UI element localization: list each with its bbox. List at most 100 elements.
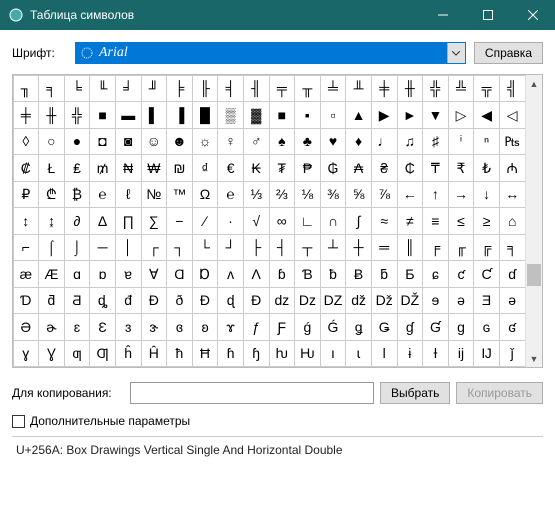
char-cell[interactable]: ₡ [13, 154, 39, 182]
advanced-checkbox[interactable] [12, 415, 25, 428]
char-cell[interactable]: ╘ [64, 75, 91, 102]
char-cell[interactable]: ├ [243, 234, 270, 262]
char-cell[interactable]: ⅛ [294, 181, 321, 209]
char-cell[interactable]: ₵ [397, 154, 424, 182]
char-cell[interactable]: ♀ [217, 128, 244, 156]
char-cell[interactable]: ĳ [448, 340, 475, 368]
char-cell[interactable]: ɢ [473, 313, 500, 341]
char-cell[interactable]: ♦ [345, 128, 372, 156]
char-cell[interactable]: Ð [192, 287, 219, 315]
close-button[interactable] [510, 0, 555, 30]
char-cell[interactable]: ╔ [473, 234, 500, 262]
char-cell[interactable]: ɚ [38, 313, 65, 341]
char-cell[interactable]: ₪ [166, 154, 193, 182]
char-cell[interactable]: ■ [269, 101, 296, 129]
char-cell[interactable]: ◀ [473, 101, 500, 129]
char-cell[interactable]: ⅜ [320, 181, 347, 209]
char-cell[interactable]: ☺ [141, 128, 168, 156]
char-cell[interactable]: ₼ [499, 154, 525, 182]
char-cell[interactable]: Ƌ [64, 287, 91, 315]
char-cell[interactable]: ħ [166, 340, 193, 368]
char-cell[interactable]: ɘ [422, 287, 449, 315]
char-cell[interactable]: ⌐ [13, 234, 39, 262]
char-cell[interactable]: ƒ [243, 313, 270, 341]
char-cell[interactable]: ╒ [422, 234, 449, 262]
char-cell[interactable]: ₳ [345, 154, 372, 182]
char-cell[interactable]: ∂ [64, 207, 91, 235]
char-cell[interactable]: æ [13, 260, 39, 288]
char-cell[interactable]: └ [192, 234, 219, 262]
char-cell[interactable]: ɒ [89, 260, 116, 288]
char-cell[interactable]: ɨ [397, 340, 424, 368]
char-cell[interactable]: Đ [141, 287, 168, 315]
char-cell[interactable]: ǥ [345, 313, 372, 341]
char-cell[interactable]: ▓ [243, 101, 270, 129]
char-cell[interactable]: ╫ [38, 101, 65, 129]
char-cell[interactable]: ₺ [473, 154, 500, 182]
char-cell[interactable]: ∞ [269, 207, 296, 235]
char-cell[interactable]: ♩ [371, 128, 398, 156]
char-cell[interactable]: █ [192, 101, 219, 129]
char-cell[interactable]: ╖ [13, 75, 39, 102]
char-cell[interactable]: ☻ [166, 128, 193, 156]
char-cell[interactable]: ╕ [499, 234, 525, 262]
char-cell[interactable]: ɐ [115, 260, 142, 288]
char-cell[interactable]: ≤ [448, 207, 475, 235]
char-cell[interactable]: ◁ [499, 101, 525, 129]
char-cell[interactable]: ∙ [217, 207, 244, 235]
char-cell[interactable]: ƈ [448, 260, 475, 288]
char-cell[interactable]: Ɠ [422, 313, 449, 341]
char-cell[interactable]: ₫ [192, 154, 219, 182]
char-cell[interactable]: ╬ [64, 101, 91, 129]
char-cell[interactable]: ▌ [141, 101, 168, 129]
char-cell[interactable]: ɝ [141, 313, 168, 341]
char-cell[interactable]: ǳ [269, 287, 296, 315]
char-cell[interactable]: ╤ [269, 75, 296, 102]
char-cell[interactable]: ▒ [217, 101, 244, 129]
char-cell[interactable]: ∩ [320, 207, 347, 235]
char-cell[interactable]: ǅ [371, 287, 398, 315]
char-cell[interactable]: Ʌ [243, 260, 270, 288]
char-cell[interactable]: ↑ [422, 181, 449, 209]
char-cell[interactable]: ₤ [64, 154, 91, 182]
char-cell[interactable]: ƕ [269, 340, 296, 368]
char-cell[interactable]: → [448, 181, 475, 209]
char-cell[interactable]: ǝ [448, 287, 475, 315]
char-cell[interactable]: ↓ [473, 181, 500, 209]
char-cell[interactable]: Ǝ [473, 287, 500, 315]
char-cell[interactable]: ♠ [269, 128, 296, 156]
char-cell[interactable]: ╜ [141, 75, 168, 102]
char-cell[interactable]: ɜ [115, 313, 142, 341]
char-cell[interactable]: ▲ [345, 101, 372, 129]
char-cell[interactable]: │ [115, 234, 142, 262]
char-cell[interactable]: Ƕ [294, 340, 321, 368]
char-cell[interactable]: ┬ [294, 234, 321, 262]
char-cell[interactable]: ┴ [320, 234, 347, 262]
char-cell[interactable]: ™ [166, 181, 193, 209]
char-cell[interactable]: ╕ [38, 75, 65, 102]
char-cell[interactable]: ɣ [13, 340, 39, 368]
char-cell[interactable]: ɑ [64, 260, 91, 288]
char-cell[interactable]: ╪ [371, 75, 398, 102]
char-cell[interactable]: ₾ [38, 181, 65, 209]
char-cell[interactable]: Ǥ [371, 313, 398, 341]
char-cell[interactable]: Ɩ [371, 340, 398, 368]
char-cell[interactable]: ← [397, 181, 424, 209]
char-cell[interactable]: ↔ [499, 181, 525, 209]
char-cell[interactable]: № [141, 181, 168, 209]
char-cell[interactable]: ⅓ [243, 181, 270, 209]
char-cell[interactable]: ₽ [13, 181, 39, 209]
char-cell[interactable]: ℓ [115, 181, 142, 209]
help-button[interactable]: Справка [474, 42, 543, 64]
char-cell[interactable]: ₮ [269, 154, 296, 182]
char-cell[interactable]: ₩ [141, 154, 168, 182]
char-cell[interactable]: ʛ [499, 313, 525, 341]
char-cell[interactable]: Ɓ [294, 260, 321, 288]
char-cell[interactable]: ₦ [115, 154, 142, 182]
char-cell[interactable]: ƃ [371, 260, 398, 288]
char-cell[interactable]: ┌ [141, 234, 168, 262]
char-cell[interactable]: ▶ [371, 101, 398, 129]
char-cell[interactable]: ╢ [243, 75, 270, 102]
char-cell[interactable]: ɠ [397, 313, 424, 341]
char-cell[interactable]: ɞ [166, 313, 193, 341]
